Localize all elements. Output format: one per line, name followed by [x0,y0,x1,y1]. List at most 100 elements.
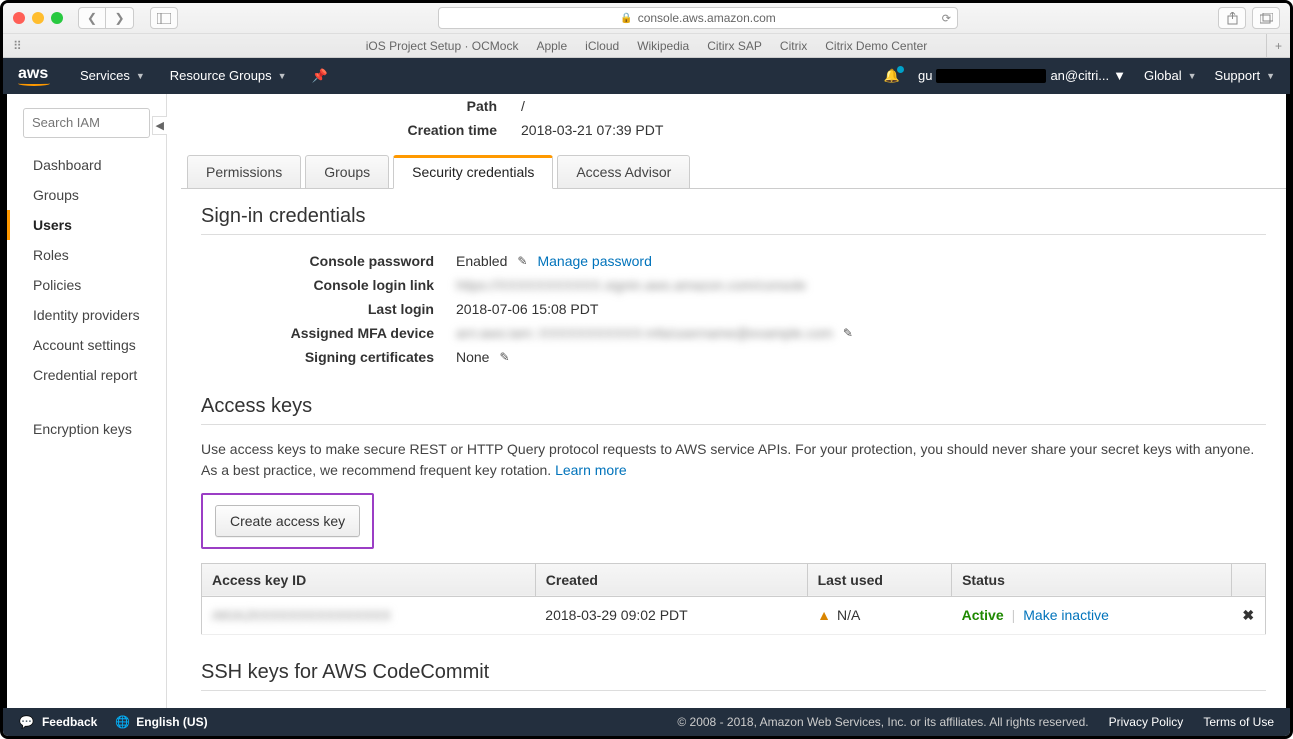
sidebar-item-roles[interactable]: Roles [7,240,166,270]
bookmark-item[interactable]: Wikipedia [637,39,689,53]
feedback-button[interactable]: 💬 Feedback [19,715,97,729]
user-menu[interactable]: gu an@citri... ▼ [918,68,1126,83]
creation-time-value: 2018-03-21 07:39 PDT [521,122,663,138]
new-tab-button[interactable]: + [1266,34,1290,58]
apps-grid-icon[interactable]: ⠿ [13,39,23,53]
tabs: PermissionsGroupsSecurity credentialsAcc… [181,154,1286,189]
create-access-key-button[interactable]: Create access key [215,505,360,537]
last-login-value: 2018-07-06 15:08 PDT [456,301,598,317]
sidebar-item-groups[interactable]: Groups [7,180,166,210]
learn-more-link[interactable]: Learn more [555,462,627,478]
bookmark-item[interactable]: Citrix [780,39,807,53]
collapse-sidebar-button[interactable]: ◀ [152,116,167,135]
login-link-value: https://XXXXXXXXXXX.signin.aws.amazon.co… [456,277,806,293]
terms-link[interactable]: Terms of Use [1203,715,1274,729]
resource-groups-label: Resource Groups [170,68,272,83]
path-value: / [521,98,525,114]
support-menu[interactable]: Support ▼ [1215,68,1275,83]
access-keys-desc-text: Use access keys to make secure REST or H… [201,441,1254,478]
share-button[interactable] [1218,7,1246,29]
region-menu[interactable]: Global ▼ [1144,68,1197,83]
aws-logo[interactable]: aws [18,65,50,86]
browser-chrome: ❮ ❯ 🔒 console.aws.amazon.com ⟳ ⠿ iOS Pro… [3,3,1290,58]
sidebar-item-encryption-keys[interactable]: Encryption keys [7,414,166,444]
url-bar[interactable]: 🔒 console.aws.amazon.com ⟳ [438,7,958,29]
back-button[interactable]: ❮ [78,7,106,29]
sidebar-item-users[interactable]: Users [7,210,166,240]
url-text: console.aws.amazon.com [638,11,776,25]
tabs-button[interactable] [1252,7,1280,29]
notifications-button[interactable]: 🔔 [884,68,900,84]
signing-cert-label: Signing certificates [201,349,456,365]
bookmark-item[interactable]: iCloud [585,39,619,53]
bookmarks-list: iOS Project Setup · OCMock Apple iCloud Wik… [366,39,928,53]
feedback-label: Feedback [42,715,97,729]
col-created[interactable]: Created [535,563,807,596]
minimize-window-icon[interactable] [32,12,44,24]
col-last-used[interactable]: Last used [807,563,952,596]
console-password-value: Enabled [456,253,507,269]
sidebar-toggle-button[interactable] [150,7,178,29]
delete-key-icon[interactable]: ✖ [1242,607,1254,623]
search-input[interactable] [23,108,150,138]
key-lastused-value: N/A [837,607,860,623]
access-keys-title: Access keys [201,395,1266,418]
caret-down-icon: ▼ [1113,68,1126,83]
maximize-window-icon[interactable] [51,12,63,24]
close-window-icon[interactable] [13,12,25,24]
caret-down-icon: ▼ [278,71,287,81]
col-status[interactable]: Status [952,563,1232,596]
services-menu[interactable]: Services ▼ [80,68,145,83]
sidebar-item-account-settings[interactable]: Account settings [7,330,166,360]
bookmark-item[interactable]: iOS Project Setup · OCMock [366,39,519,53]
edit-icon[interactable]: ✎ [517,254,527,268]
services-label: Services [80,68,130,83]
privacy-link[interactable]: Privacy Policy [1109,715,1184,729]
pin-icon[interactable]: 📌 [312,68,328,84]
region-label: Global [1144,68,1182,83]
tab-permissions[interactable]: Permissions [187,155,301,189]
col-key-id[interactable]: Access key ID [202,563,536,596]
manage-password-link[interactable]: Manage password [537,253,651,269]
user-redacted [936,69,1046,83]
make-inactive-link[interactable]: Make inactive [1023,607,1109,623]
forward-button[interactable]: ❯ [106,7,134,29]
user-suffix: an@citri... [1050,68,1109,83]
mfa-label: Assigned MFA device [201,325,456,341]
copyright-text: © 2008 - 2018, Amazon Web Services, Inc.… [677,715,1088,729]
create-key-highlight: Create access key [201,493,374,549]
table-row: AKIAJXXXXXXXXXXXXXXX2018-03-29 09:02 PDT… [202,596,1266,634]
sidebar: ◀ DashboardGroupsUsersRolesPoliciesIdent… [7,94,167,709]
support-label: Support [1215,68,1261,83]
language-selector[interactable]: 🌐 English (US) [115,715,207,729]
sidebar-item-credential-report[interactable]: Credential report [7,360,166,390]
access-keys-desc: Use access keys to make secure REST or H… [201,439,1266,481]
tab-access-advisor[interactable]: Access Advisor [557,155,690,189]
ssh-title: SSH keys for AWS CodeCommit [201,661,1266,684]
signin-title: Sign-in credentials [201,205,1266,228]
key-id-value: AKIAJXXXXXXXXXXXXXXX [212,607,391,623]
footer: 💬 Feedback 🌐 English (US) © 2008 - 2018,… [3,708,1290,736]
window-controls[interactable] [13,12,63,24]
key-status-value: Active [962,607,1004,623]
aws-header: aws Services ▼ Resource Groups ▼ 📌 🔔 gu … [3,58,1290,94]
caret-down-icon: ▼ [1188,71,1197,81]
bookmark-item[interactable]: Citrix Demo Center [825,39,927,53]
edit-icon[interactable]: ✎ [499,350,509,364]
signing-cert-value: None [456,349,489,365]
path-label: Path [181,98,521,114]
console-password-label: Console password [201,253,456,269]
sidebar-item-identity-providers[interactable]: Identity providers [7,300,166,330]
reload-icon[interactable]: ⟳ [942,12,951,25]
resource-groups-menu[interactable]: Resource Groups ▼ [170,68,287,83]
sidebar-item-policies[interactable]: Policies [7,270,166,300]
tab-groups[interactable]: Groups [305,155,389,189]
mfa-value: arn:aws:iam::XXXXXXXXXXX:mfa/username@ex… [456,325,833,341]
bookmark-item[interactable]: Citirx SAP [707,39,762,53]
bookmark-item[interactable]: Apple [536,39,567,53]
edit-icon[interactable]: ✎ [843,326,853,340]
sidebar-item-dashboard[interactable]: Dashboard [7,150,166,180]
warning-icon: ▲ [817,607,831,623]
tab-security-credentials[interactable]: Security credentials [393,155,553,189]
lock-icon: 🔒 [620,13,632,24]
